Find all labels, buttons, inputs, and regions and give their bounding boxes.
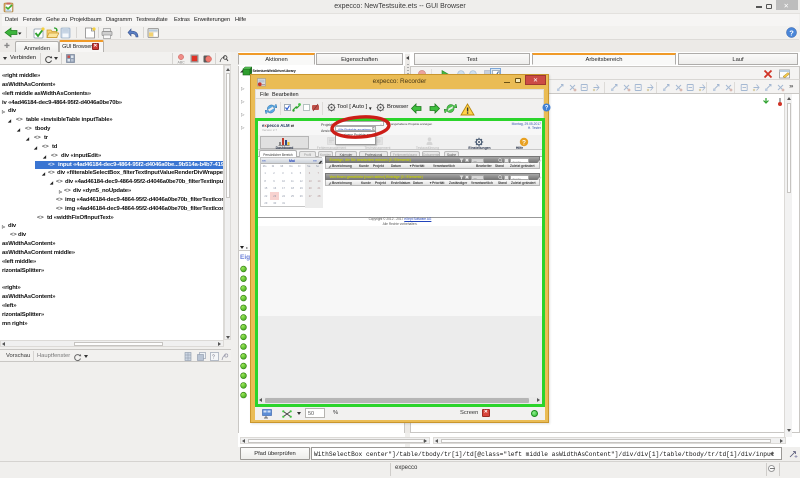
svg-text:ABC: ABC bbox=[178, 61, 186, 65]
svg-text:?: ? bbox=[212, 355, 215, 361]
svg-text:?: ? bbox=[789, 28, 794, 37]
svg-text:?: ? bbox=[545, 106, 549, 112]
